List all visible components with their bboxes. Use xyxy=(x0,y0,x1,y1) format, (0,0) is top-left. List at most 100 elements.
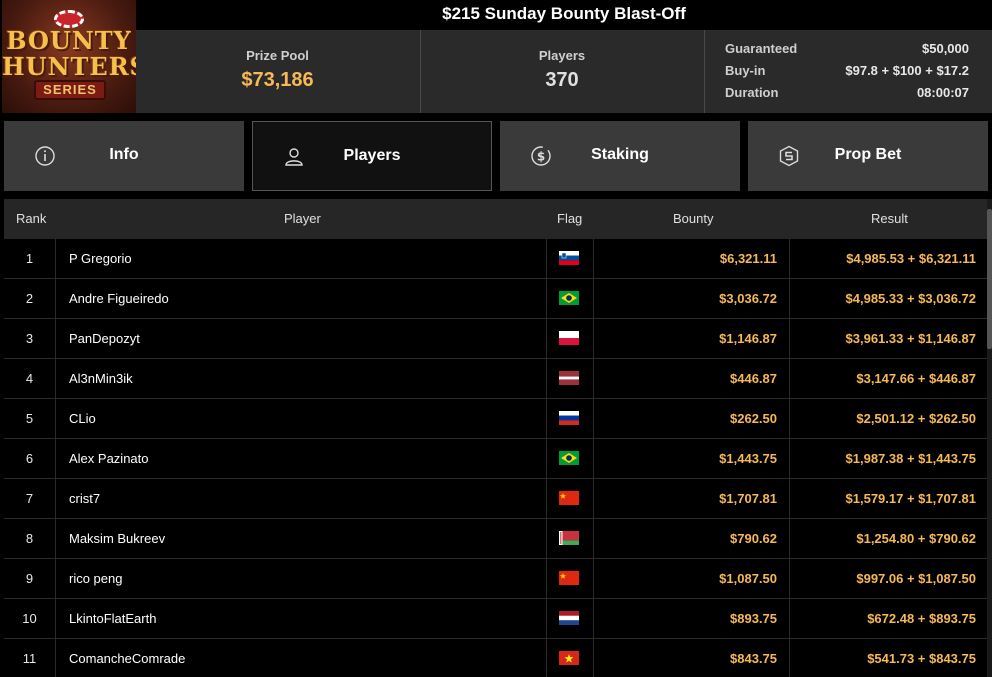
result-cell: $997.06 + $1,087.50 xyxy=(856,571,976,586)
poland-flag-icon xyxy=(559,331,579,345)
player-name[interactable]: ComancheComrade xyxy=(69,639,185,677)
player-name[interactable]: LkintoFlatEarth xyxy=(69,599,156,638)
player-name[interactable]: PanDepozyt xyxy=(69,319,140,358)
bounty-cell: $6,321.11 xyxy=(594,239,790,278)
scrollbar-thumb[interactable] xyxy=(987,209,992,349)
flag-cell xyxy=(546,559,594,598)
flag-cell xyxy=(546,239,594,278)
bounty-cell: $446.87 xyxy=(594,359,790,398)
rank-cell: 5 xyxy=(4,399,56,438)
table-row[interactable]: 10 LkintoFlatEarth $893.75 $672.48 + $893.7… xyxy=(4,599,987,639)
rank-cell: 10 xyxy=(4,599,56,638)
russia-flag-icon xyxy=(559,411,579,425)
player-name[interactable]: Al3nMin3ik xyxy=(69,359,133,398)
bounty-cell: $790.62 xyxy=(594,519,790,558)
bounty-hunters-logo: BOUNTY HUNTERS SERIES xyxy=(2,0,136,113)
rank-cell: 11 xyxy=(4,639,56,677)
logo-line1: BOUNTY xyxy=(6,26,132,55)
column-bounty[interactable]: Bounty xyxy=(673,211,713,226)
players-count: Players 370 xyxy=(420,30,703,113)
result-cell: $1,987.38 + $1,443.75 xyxy=(845,451,976,466)
buy-in-row: Buy-in $97.8 + $100 + $17.2 xyxy=(725,63,969,83)
column-result[interactable]: Result xyxy=(871,211,908,226)
flag-cell xyxy=(546,599,594,638)
table-row[interactable]: 5 CLio $262.50 $2,501.12 + $262.50 xyxy=(4,399,987,439)
flag-cell xyxy=(546,479,594,518)
slovenia-flag-icon xyxy=(559,251,579,265)
tab-players[interactable]: Players xyxy=(252,121,492,191)
tab-prop-bet[interactable]: Prop Bet xyxy=(748,121,988,191)
result-cell: $4,985.33 + $3,036.72 xyxy=(845,291,976,306)
player-name[interactable]: Andre Figueiredo xyxy=(69,279,169,318)
result-cell: $4,985.53 + $6,321.11 xyxy=(846,251,976,266)
flag-cell xyxy=(546,639,594,677)
rank-cell: 8 xyxy=(4,519,56,558)
detail-label: Buy-in xyxy=(725,63,766,78)
column-flag[interactable]: Flag xyxy=(557,211,582,226)
table-row[interactable]: 7 crist7 $1,707.81 $1,579.17 + $1,707.81 xyxy=(4,479,987,519)
bounty-cell: $3,036.72 xyxy=(594,279,790,318)
detail-value: 08:00:07 xyxy=(916,85,969,100)
brazil-flag-icon xyxy=(559,451,579,465)
rank-cell: 9 xyxy=(4,559,56,598)
player-name[interactable]: Maksim Bukreev xyxy=(69,519,165,558)
bounty-cell: $1,146.87 xyxy=(594,319,790,358)
player-name[interactable]: Alex Pazinato xyxy=(69,439,149,478)
result-cell: $1,579.17 + $1,707.81 xyxy=(845,491,976,506)
table-row[interactable]: 3 PanDepozyt $1,146.87 $3,961.33 + $1,146.8… xyxy=(4,319,987,359)
belarus-flag-icon xyxy=(559,531,579,545)
column-player[interactable]: Player xyxy=(284,211,321,226)
table-row[interactable]: 1 P Gregorio $6,321.11 $4,985.53 + $6,321.1… xyxy=(4,239,987,279)
guaranteed-row: Guaranteed $50,000 xyxy=(725,41,969,61)
result-cell: $3,961.33 + $1,146.87 xyxy=(845,331,976,346)
china-flag-icon xyxy=(559,571,579,585)
table-row[interactable]: 4 Al3nMin3ik $446.87 $3,147.66 + $446.87 xyxy=(4,359,987,399)
prize-pool-value: $73,186 xyxy=(241,69,314,91)
flag-cell xyxy=(546,319,594,358)
bounty-cell: $1,707.81 xyxy=(594,479,790,518)
player-name[interactable]: rico peng xyxy=(69,559,122,598)
tournament-stats: Prize Pool $73,186 Players 370 Guarantee… xyxy=(136,30,992,113)
latvia-flag-icon xyxy=(559,371,579,385)
table-row[interactable]: 11 ComancheComrade $843.75 $541.73 + $843.7… xyxy=(4,639,987,677)
rank-cell: 4 xyxy=(4,359,56,398)
table-row[interactable]: 8 Maksim Bukreev $790.62 $1,254.80 + $790.6… xyxy=(4,519,987,559)
bounty-cell: $843.75 xyxy=(594,639,790,677)
detail-label: Guaranteed xyxy=(725,41,798,56)
bounty-cell: $1,443.75 xyxy=(594,439,790,478)
duration-row: Duration 08:00:07 xyxy=(725,85,969,105)
result-cell: $672.48 + $893.75 xyxy=(867,611,976,626)
flag-cell xyxy=(546,519,594,558)
tab-label: Staking xyxy=(591,146,649,163)
player-name[interactable]: CLio xyxy=(69,399,96,438)
players-table-body: 1 P Gregorio $6,321.11 $4,985.53 + $6,321.1… xyxy=(4,239,987,677)
scrollbar[interactable] xyxy=(987,199,992,677)
table-row[interactable]: 2 Andre Figueiredo $3,036.72 $4,985.33 + $3… xyxy=(4,279,987,319)
players-label: Players xyxy=(538,48,586,63)
logo-line3: SERIES xyxy=(34,80,106,100)
player-name[interactable]: crist7 xyxy=(69,479,100,518)
table-row[interactable]: 6 Alex Pazinato $1,443.75 $1,987.38 + $1,44… xyxy=(4,439,987,479)
logo-line2: HUNTERS xyxy=(2,52,136,81)
tab-staking[interactable]: $ Staking xyxy=(500,121,740,191)
player-name[interactable]: P Gregorio xyxy=(69,239,132,278)
detail-value: $97.8 + $100 + $17.2 xyxy=(845,63,969,78)
tab-info[interactable]: Info xyxy=(4,121,244,191)
netherlands-flag-icon xyxy=(559,611,579,625)
prize-pool: Prize Pool $73,186 xyxy=(136,30,419,113)
rank-cell: 6 xyxy=(4,439,56,478)
china-flag-icon xyxy=(559,491,579,505)
tab-label: Players xyxy=(343,147,401,164)
tab-label: Prop Bet xyxy=(834,146,902,163)
rank-cell: 3 xyxy=(4,319,56,358)
bounty-cell: $262.50 xyxy=(594,399,790,438)
column-rank[interactable]: Rank xyxy=(16,211,46,226)
players-table-header: Rank Player Flag Bounty Result xyxy=(4,199,987,239)
bounty-cell: $893.75 xyxy=(594,599,790,638)
flag-cell xyxy=(546,359,594,398)
result-cell: $541.73 + $843.75 xyxy=(867,651,976,666)
table-row[interactable]: 9 rico peng $1,087.50 $997.06 + $1,087.50 xyxy=(4,559,987,599)
flag-cell xyxy=(546,399,594,438)
detail-label: Duration xyxy=(725,85,779,100)
tournament-details: Guaranteed $50,000 Buy-in $97.8 + $100 +… xyxy=(704,30,992,113)
